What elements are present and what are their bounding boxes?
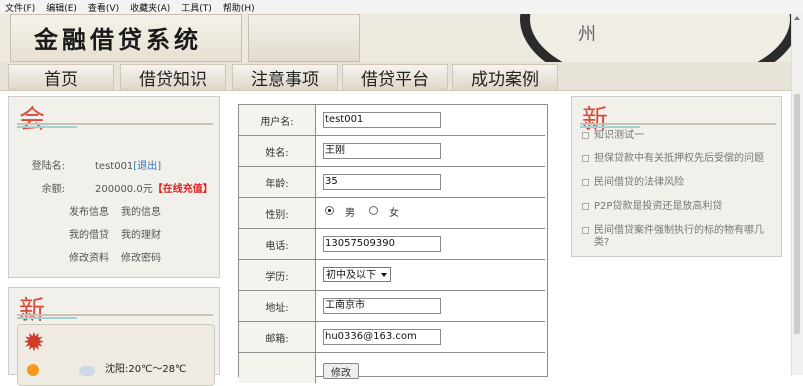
nav-home[interactable]: 首页 — [8, 64, 114, 91]
form-row-address: 地址: 工南京市 — [239, 291, 545, 322]
form-row-phone: 电话: 13057509390 — [239, 229, 545, 260]
phone-input[interactable]: 13057509390 — [323, 236, 441, 252]
divider-accent — [580, 126, 640, 128]
bullet-icon — [582, 227, 589, 234]
divider — [17, 123, 213, 125]
age-input[interactable]: 35 — [323, 174, 441, 190]
news-item[interactable]: 知识测试一 — [582, 130, 764, 142]
education-select[interactable]: 初中及以下 — [323, 267, 391, 282]
weather-text: 沈阳:20℃～28℃ — [105, 364, 187, 375]
balance-info: 200000.0元【在线充值】 — [95, 180, 213, 195]
nav-notes[interactable]: 注意事项 — [232, 64, 338, 91]
nav-success-cases[interactable]: 成功案例 — [452, 64, 558, 91]
name-label: 姓名: — [239, 136, 316, 166]
scrollbar-thumb[interactable] — [794, 94, 800, 334]
menu-favorites[interactable]: 收藏夹(A) — [130, 1, 170, 14]
news-item-text: 民间借贷案件强制执行的标的物有哪几类? — [594, 225, 764, 248]
submit-label-cell — [239, 353, 316, 383]
balance-label: 余额: — [41, 184, 65, 195]
phone-label: 电话: — [239, 229, 316, 259]
bullet-icon — [582, 179, 589, 186]
news-item-text: P2P贷款是投资还是放高利贷 — [594, 201, 723, 212]
weather-panel: 新 ✹ 沈阳:20℃～28℃ — [8, 287, 220, 386]
chevron-down-icon — [381, 273, 387, 277]
site-banner: 金融借贷系统 州 — [0, 14, 792, 62]
main-nav: 首页 借贷知识 注意事项 借贷平台 成功案例 — [0, 62, 792, 91]
banner-decoration-frame — [248, 14, 360, 62]
name-input[interactable]: 王刚 — [323, 143, 441, 159]
my-loans-link[interactable]: 我的借贷 — [69, 226, 109, 241]
profile-form: 用户名: test001 姓名: 王刚 年龄: 35 性别: 男 女 电话: 1… — [238, 104, 548, 383]
news-item-text: 担保贷款中有关抵押权先后受偿的问题 — [594, 153, 764, 164]
divider — [17, 314, 213, 316]
gender-female-radio[interactable] — [369, 206, 378, 215]
menu-file[interactable]: 文件(F) — [5, 1, 35, 14]
education-label: 学历: — [239, 260, 316, 290]
edit-profile-link[interactable]: 修改资料 — [69, 249, 109, 264]
gender-label: 性别: — [239, 198, 316, 228]
form-row-username: 用户名: test001 — [239, 105, 545, 136]
my-finance-link[interactable]: 我的理财 — [121, 226, 161, 241]
education-value: 初中及以下 — [326, 270, 376, 281]
sun-icon — [27, 364, 39, 376]
login-info: test001[退出] — [95, 157, 161, 172]
news-item[interactable]: 民间借贷的法律风险 — [582, 177, 764, 189]
form-row-gender: 性别: 男 女 — [239, 198, 545, 229]
form-row-education: 学历: 初中及以下 — [239, 260, 545, 291]
form-row-age: 年龄: 35 — [239, 167, 545, 198]
login-label: 登陆名: — [31, 161, 65, 172]
ink-circle-decoration — [520, 14, 792, 62]
address-input[interactable]: 工南京市 — [323, 298, 441, 314]
menu-view[interactable]: 查看(V) — [88, 1, 119, 14]
news-item-text: 知识测试一 — [594, 130, 644, 141]
user-panel: 会 登陆名: test001[退出] 余额: 200000.0元【在线充值】 发… — [8, 96, 220, 278]
username-input[interactable]: test001 — [323, 112, 441, 128]
menu-tools[interactable]: 工具(T) — [181, 1, 212, 14]
email-input[interactable]: hu0336@163.com — [323, 329, 441, 345]
recharge-link[interactable]: 【在线充值】 — [153, 184, 213, 195]
maple-leaf-icon: ✹ — [23, 328, 45, 358]
nav-loan-platform[interactable]: 借贷平台 — [342, 64, 448, 91]
form-row-submit: 修改 — [239, 353, 545, 383]
form-row-name: 姓名: 王刚 — [239, 136, 545, 167]
email-label: 邮箱: — [239, 322, 316, 352]
browser-menubar: 文件(F) 编辑(E) 查看(V) 收藏夹(A) 工具(T) 帮助(H) — [0, 0, 803, 15]
divider — [580, 123, 776, 125]
balance-value: 200000.0元 — [95, 184, 153, 195]
news-item[interactable]: 担保贷款中有关抵押权先后受偿的问题 — [582, 153, 764, 165]
bullet-icon — [582, 132, 589, 139]
bullet-icon — [582, 155, 589, 162]
news-panel: 新 知识测试一 担保贷款中有关抵押权先后受偿的问题 民间借贷的法律风险 P2P贷… — [571, 96, 782, 257]
logout-link[interactable]: [退出] — [133, 161, 161, 172]
user-panel-heading: 会 — [19, 105, 46, 135]
age-label: 年龄: — [239, 167, 316, 197]
submit-button[interactable]: 修改 — [323, 363, 359, 379]
bullet-icon — [582, 203, 589, 210]
weather-panel-heading: 新 — [19, 296, 46, 326]
menu-edit[interactable]: 编辑(E) — [46, 1, 77, 14]
menu-help[interactable]: 帮助(H) — [223, 1, 255, 14]
my-info-link[interactable]: 我的信息 — [121, 203, 161, 218]
gender-male-label: 男 — [345, 208, 355, 219]
username-label: 用户名: — [239, 105, 316, 135]
divider-accent — [17, 317, 77, 319]
form-row-email: 邮箱: hu0336@163.com — [239, 322, 545, 353]
banner-city-char: 州 — [578, 24, 596, 45]
nav-loan-knowledge[interactable]: 借贷知识 — [120, 64, 226, 91]
site-logo: 金融借贷系统 — [34, 25, 202, 54]
scroll-up-icon[interactable] — [794, 16, 800, 20]
news-item-text: 民间借贷的法律风险 — [594, 177, 684, 188]
news-item[interactable]: P2P贷款是投资还是放高利贷 — [582, 201, 764, 213]
gender-female-label: 女 — [389, 208, 399, 219]
gender-male-radio[interactable] — [325, 206, 334, 215]
news-item[interactable]: 民间借贷案件强制执行的标的物有哪几类? — [582, 225, 764, 249]
publish-info-link[interactable]: 发布信息 — [69, 203, 109, 218]
login-value: test001 — [95, 161, 134, 172]
divider-accent — [17, 126, 77, 128]
page-scrollbar[interactable] — [791, 14, 803, 375]
change-password-link[interactable]: 修改密码 — [121, 249, 161, 264]
weather-box — [17, 324, 215, 386]
address-label: 地址: — [239, 291, 316, 321]
